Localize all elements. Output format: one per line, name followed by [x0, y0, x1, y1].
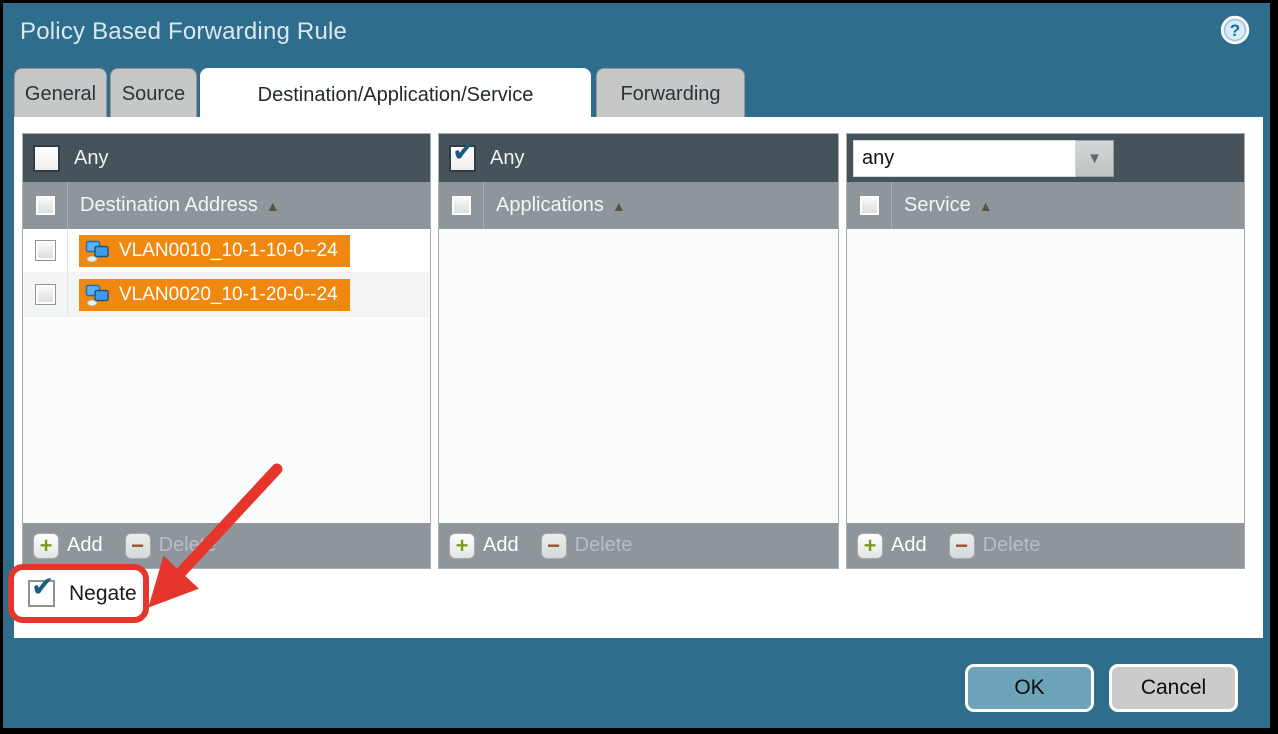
sort-asc-icon: ▲ [979, 198, 993, 214]
service-header-label: Service [904, 194, 971, 217]
service-any-bar: any ▼ [847, 134, 1244, 182]
destination-any-label: Any [74, 147, 108, 170]
add-icon: + [857, 533, 883, 559]
tab-source[interactable]: Source [110, 68, 197, 120]
help-icon[interactable]: ? [1220, 15, 1250, 45]
sort-asc-icon: ▲ [266, 198, 280, 214]
negate-label: Negate [69, 582, 137, 606]
service-select-all-checkbox[interactable] [859, 195, 880, 216]
delete-button[interactable]: − Delete [949, 533, 1041, 559]
network-icon [85, 240, 111, 262]
screenshot-frame: Policy Based Forwarding Rule ? General S… [0, 0, 1278, 734]
destination-any-checkbox[interactable] [33, 145, 60, 172]
row-checkbox[interactable] [35, 240, 56, 261]
table-row: VLAN0020_10-1-20-0--24 [23, 273, 430, 317]
tab-general[interactable]: General [14, 68, 107, 120]
check-icon: ✔ [31, 573, 54, 601]
row-checkbox[interactable] [35, 284, 56, 305]
address-object-label: VLAN0010_10-1-10-0--24 [119, 240, 338, 262]
add-icon: + [449, 533, 475, 559]
service-footer-bar: + Add − Delete [847, 523, 1244, 568]
applications-any-label: Any [490, 147, 524, 170]
address-object-chip[interactable]: VLAN0020_10-1-20-0--24 [79, 279, 350, 311]
chevron-down-icon: ▼ [1087, 150, 1102, 167]
delete-icon: − [125, 533, 151, 559]
tab-destination-application-service[interactable]: Destination/Application/Service [200, 68, 591, 121]
destination-any-bar: Any [23, 134, 430, 182]
svg-text:?: ? [1230, 21, 1240, 40]
service-dropdown: any ▼ [853, 140, 1114, 177]
cancel-button[interactable]: Cancel [1109, 664, 1238, 712]
destination-address-column: Any Destination Address ▲ [22, 133, 431, 569]
add-button[interactable]: + Add [857, 533, 927, 559]
delete-button[interactable]: − Delete [125, 533, 217, 559]
address-object-label: VLAN0020_10-1-20-0--24 [119, 284, 338, 306]
dropdown-button[interactable]: ▼ [1076, 140, 1114, 177]
service-dropdown-value[interactable]: any [853, 140, 1076, 177]
applications-select-all-checkbox[interactable] [451, 195, 472, 216]
negate-checkbox[interactable]: ✔ [28, 580, 55, 607]
table-row: VLAN0010_10-1-10-0--24 [23, 229, 430, 273]
pbf-rule-dialog: Policy Based Forwarding Rule ? General S… [3, 3, 1270, 728]
service-list [847, 229, 1244, 523]
applications-list [439, 229, 838, 523]
add-button[interactable]: + Add [449, 533, 519, 559]
delete-icon: − [541, 533, 567, 559]
destination-address-list: VLAN0010_10-1-10-0--24 [23, 229, 430, 523]
delete-button[interactable]: − Delete [541, 533, 633, 559]
ok-button[interactable]: OK [965, 664, 1094, 712]
applications-column: ✔ Any Applications ▲ + Add [438, 133, 839, 569]
delete-icon: − [949, 533, 975, 559]
service-header[interactable]: Service ▲ [847, 182, 1244, 229]
tab-content-panel: Any Destination Address ▲ [14, 117, 1263, 638]
destination-address-header[interactable]: Destination Address ▲ [23, 182, 430, 229]
page-title: Policy Based Forwarding Rule [20, 18, 347, 46]
applications-header[interactable]: Applications ▲ [439, 182, 838, 229]
applications-any-bar: ✔ Any [439, 134, 838, 182]
destination-header-label: Destination Address [80, 194, 258, 217]
destination-select-all-checkbox[interactable] [35, 195, 56, 216]
negate-highlight-annotation: ✔ Negate [8, 564, 149, 623]
add-button[interactable]: + Add [33, 533, 103, 559]
destination-footer-bar: + Add − Delete [23, 523, 430, 568]
applications-any-checkbox[interactable]: ✔ [449, 145, 476, 172]
applications-footer-bar: + Add − Delete [439, 523, 838, 568]
add-icon: + [33, 533, 59, 559]
network-icon [85, 284, 111, 306]
address-object-chip[interactable]: VLAN0010_10-1-10-0--24 [79, 235, 350, 267]
tab-forwarding[interactable]: Forwarding [596, 68, 745, 120]
service-column: any ▼ Service ▲ + Add [846, 133, 1245, 569]
check-icon: ✔ [452, 138, 475, 166]
sort-asc-icon: ▲ [612, 198, 626, 214]
applications-header-label: Applications [496, 194, 604, 217]
columns-container: Any Destination Address ▲ [22, 133, 1245, 569]
